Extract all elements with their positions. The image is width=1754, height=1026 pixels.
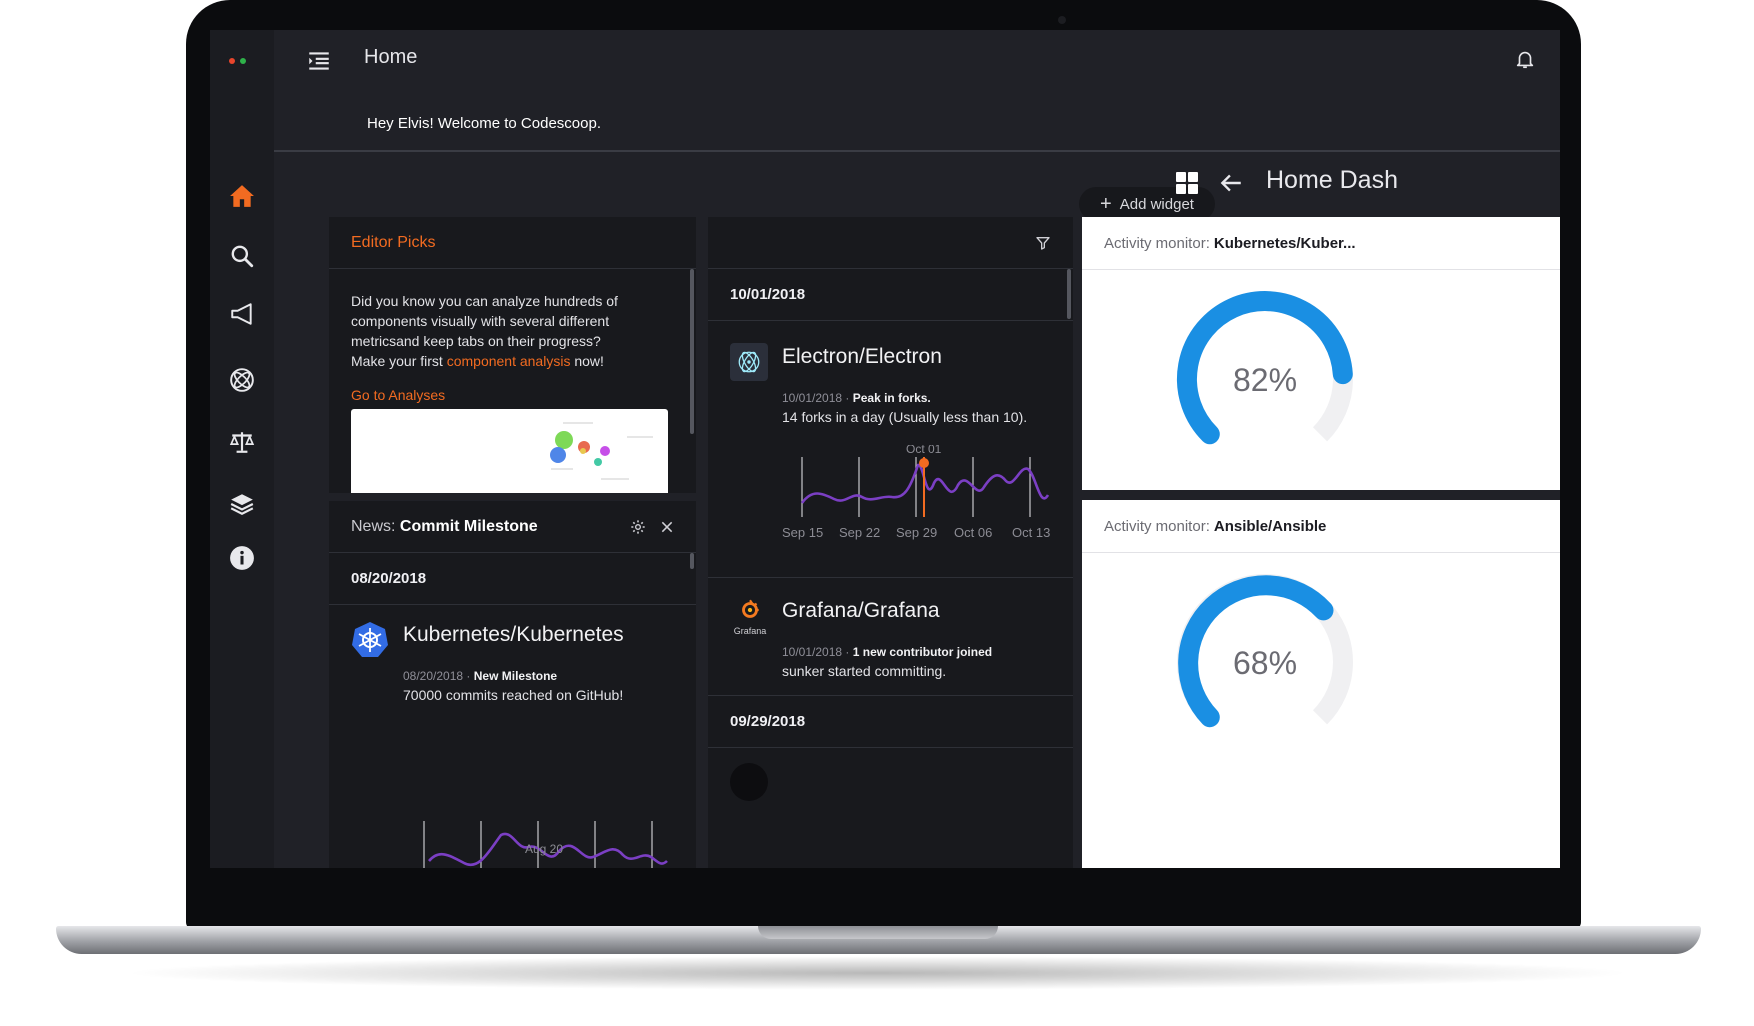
editor-picks-header: Editor Picks — [329, 217, 696, 269]
grid-icon — [1176, 172, 1186, 182]
welcome-message: Hey Elvis! Welcome to Codescoop. — [367, 115, 601, 132]
grafana-logo-text: Grafana — [733, 626, 767, 636]
electron-tick-0: Sep 15 — [782, 525, 823, 540]
red-dot-icon — [229, 58, 235, 64]
sidebar-item-info[interactable] — [228, 544, 256, 572]
menu-icon — [309, 52, 329, 70]
kubernetes-logo-icon — [352, 622, 388, 657]
app-screen: Home Hey Elvis! Welcome to Codescoop. N … — [210, 30, 1560, 868]
add-widget-label: Add widget — [1119, 195, 1194, 213]
sidebar-item-components[interactable] — [228, 366, 256, 394]
editor-picks-scrollbar[interactable] — [690, 269, 694, 434]
electron-sparkline: Oct 01 Sep 15 Sep 22 Sep 29 Oct 06 Oct 1… — [782, 445, 1050, 540]
news-detail: 70000 commits reached on GitHub! — [403, 687, 624, 703]
activity-monitor-kubernetes: Activity monitor: Kubernetes/Kuber... 82% — [1082, 217, 1560, 490]
grafana-logo-icon: Grafana — [730, 597, 770, 636]
monitor-2-repo: Ansible/Ansible — [1213, 517, 1327, 535]
top-bar: Home Hey Elvis! Welcome to Codescoop. N — [274, 30, 1560, 152]
feed-date-2: 09/29/2018 — [708, 696, 1073, 748]
gear-icon[interactable] — [630, 519, 646, 535]
info-icon — [230, 546, 254, 570]
window-dots — [229, 58, 246, 64]
component-analysis-link[interactable]: component analysis — [447, 353, 571, 369]
next-item-avatar — [730, 763, 768, 801]
editor-picks-body: Did you know you can analyze hundreds of… — [329, 269, 659, 405]
sidebar-item-announcements[interactable] — [228, 300, 256, 328]
feed-header — [708, 217, 1073, 269]
monitor-1-repo: Kubernetes/Kuber... — [1213, 234, 1356, 252]
layers-icon — [230, 494, 254, 515]
electron-tick-2: Sep 29 — [896, 525, 937, 540]
electron-tick-4: Oct 13 — [1012, 525, 1050, 540]
laptop-shadow — [120, 956, 1635, 990]
camera — [1058, 16, 1066, 24]
monitor-1-label: Activity monitor: — [1104, 234, 1210, 252]
grafana-meta: 10/01/2018 · 1 new contributor joined — [782, 645, 993, 659]
news-title: Commit Milestone — [399, 517, 538, 535]
grafana-detail: sunker started committing. — [782, 663, 947, 679]
green-dot-icon — [240, 58, 246, 64]
sidebar — [210, 30, 274, 868]
scale-icon — [229, 432, 255, 453]
news-prefix: News: — [351, 517, 396, 535]
back-button[interactable] — [1218, 170, 1246, 196]
feed-date-1: 10/01/2018 — [708, 269, 1073, 321]
monitor-2-gauge: 68% — [1177, 574, 1353, 750]
electron-logo-icon — [730, 343, 768, 381]
news-date: 08/20/2018 — [329, 553, 696, 605]
megaphone-icon — [231, 303, 252, 325]
laptop-notch — [758, 926, 998, 939]
editor-picks-text-end: now! — [570, 353, 604, 369]
sidebar-item-search[interactable] — [228, 242, 256, 270]
monitor-1-percent: 82% — [1233, 362, 1297, 398]
activity-monitor-ansible: Activity monitor: Ansible/Ansible 68% — [1082, 500, 1560, 868]
page-title: Home — [364, 46, 418, 68]
news-scrollbar[interactable] — [690, 553, 694, 569]
news-header: News: Commit Milestone — [329, 501, 696, 553]
sidebar-item-compare[interactable] — [228, 428, 256, 456]
feed-panel: 10/01/2018 Electron/Electron 10/01/2018 … — [708, 217, 1073, 868]
grid-view-button[interactable] — [1176, 172, 1198, 194]
filter-icon[interactable] — [1035, 235, 1051, 251]
editor-picks-title: Editor Picks — [351, 233, 436, 251]
monitor-1-gauge: 82% — [1176, 291, 1353, 467]
electron-meta: 10/01/2018 · Peak in forks. — [782, 391, 931, 405]
menu-toggle-button[interactable] — [306, 48, 332, 74]
dashboard-title: Home Dash — [1266, 166, 1398, 194]
feed-scrollbar[interactable] — [1067, 269, 1071, 319]
close-icon[interactable] — [660, 520, 674, 534]
electron-marker-label: Oct 01 — [906, 445, 942, 456]
sidebar-item-home[interactable] — [228, 182, 256, 210]
home-icon — [230, 185, 254, 207]
electron-tick-3: Oct 06 — [954, 525, 992, 540]
monitor-2-percent: 68% — [1233, 645, 1297, 681]
grafana-repo-title[interactable]: Grafana/Grafana — [782, 599, 940, 623]
go-to-analyses-link[interactable]: Go to Analyses — [351, 385, 637, 405]
electron-repo-title[interactable]: Electron/Electron — [782, 345, 942, 369]
monitor-1-header: Activity monitor: Kubernetes/Kuber... — [1082, 217, 1560, 270]
atom-icon — [230, 368, 254, 392]
notifications-button[interactable] — [1514, 48, 1536, 70]
editor-picks-panel: Editor Picks Did you know you can analyz… — [329, 217, 696, 493]
laptop-mockup: Home Hey Elvis! Welcome to Codescoop. N … — [0, 0, 1754, 1026]
plus-icon: + — [1100, 193, 1112, 215]
news-panel: News: Commit Milestone 08/20/2018 Kubern… — [329, 501, 696, 868]
news-sparkline: Aug 20 — [423, 821, 668, 868]
arrow-left-icon — [1220, 174, 1241, 192]
bell-icon — [1516, 51, 1534, 69]
news-chart-marker-label: Aug 20 — [525, 842, 563, 856]
analysis-preview-image — [351, 409, 668, 493]
electron-detail: 14 forks in a day (Usually less than 10)… — [782, 409, 1028, 425]
electron-tick-1: Sep 22 — [839, 525, 880, 540]
news-meta: 08/20/2018 · New Milestone — [403, 669, 558, 683]
monitor-2-header: Activity monitor: Ansible/Ansible — [1082, 500, 1560, 553]
sidebar-item-layers[interactable] — [228, 490, 256, 518]
search-icon — [231, 245, 254, 268]
monitor-2-label: Activity monitor: — [1104, 517, 1210, 535]
news-repo-title[interactable]: Kubernetes/Kubernetes — [403, 623, 624, 647]
